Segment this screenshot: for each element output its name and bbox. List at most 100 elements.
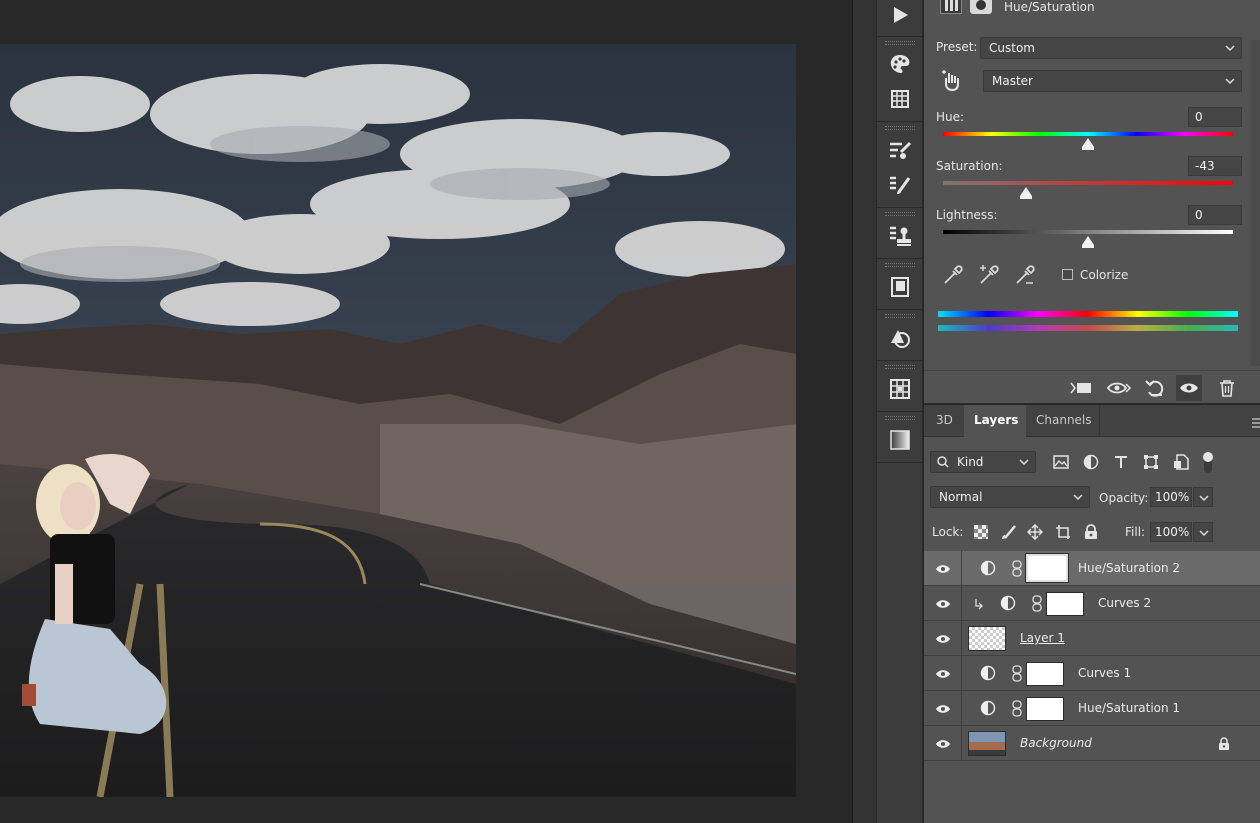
filter-type-button[interactable] (1110, 451, 1132, 473)
properties-scrollbar[interactable] (1250, 40, 1260, 366)
library-icon (891, 277, 909, 297)
chevron-down-icon (1199, 530, 1209, 537)
panel-grip[interactable] (885, 263, 915, 267)
brushes-button[interactable] (885, 170, 915, 200)
layer-thumbnail[interactable] (968, 731, 1006, 756)
tab-channels[interactable]: Channels (1026, 405, 1100, 437)
toggle-visibility-button[interactable] (1176, 375, 1202, 401)
layer-mask-icon[interactable] (970, 0, 992, 14)
layer-row-curves-1[interactable]: Curves 1 (924, 656, 1260, 691)
panel-grip[interactable] (885, 126, 915, 130)
visibility-toggle[interactable] (924, 551, 962, 586)
layer-thumbnail[interactable] (968, 626, 1006, 651)
visibility-toggle[interactable] (924, 621, 962, 656)
lock-position-button[interactable] (1024, 521, 1046, 543)
gradients-button[interactable] (885, 425, 915, 455)
opacity-input[interactable]: 100% (1150, 487, 1192, 507)
clone-source-button[interactable] (885, 221, 915, 251)
channel-dropdown[interactable]: Master (983, 70, 1242, 92)
chevron-down-icon (1073, 494, 1083, 501)
brush-settings-button[interactable] (885, 135, 915, 165)
adjustment-layer-icon (980, 665, 996, 681)
reset-button[interactable] (1142, 375, 1168, 401)
fill-label: Fill: (1125, 525, 1146, 539)
tab-layers[interactable]: Layers (964, 405, 1026, 437)
filter-smart-object-button[interactable] (1170, 451, 1192, 473)
lock-all-button[interactable] (1080, 521, 1102, 543)
patterns-button[interactable] (885, 374, 915, 404)
panel-grip[interactable] (885, 314, 915, 318)
layer-name: Layer 1 (1020, 631, 1065, 645)
eye-icon (935, 704, 950, 713)
tab-3d[interactable]: 3D (926, 405, 963, 437)
visibility-toggle[interactable] (924, 726, 962, 761)
adjustment-layer-icon[interactable] (940, 0, 962, 14)
libraries-button[interactable] (885, 272, 915, 302)
layer-name: Curves 1 (1078, 666, 1132, 680)
panel-grip[interactable] (885, 41, 915, 45)
panel-grip[interactable] (885, 365, 915, 369)
opacity-dropdown-button[interactable] (1193, 487, 1213, 507)
filter-pixel-button[interactable] (1050, 451, 1072, 473)
visibility-toggle[interactable] (924, 586, 962, 621)
eyedropper-icon[interactable] (942, 264, 964, 286)
shapes-button[interactable] (885, 323, 915, 353)
lightness-slider-thumb[interactable] (1082, 236, 1094, 248)
layer-mask-thumbnail[interactable] (1026, 662, 1064, 686)
divider (877, 360, 924, 361)
canvas-area[interactable] (0, 0, 852, 823)
lightness-input[interactable]: 0 (1188, 205, 1242, 225)
saturation-input[interactable]: -43 (1188, 156, 1242, 176)
delete-adjustment-button[interactable] (1214, 375, 1240, 401)
lock-transparent-pixels-button[interactable] (970, 521, 992, 543)
lightness-slider-track[interactable] (943, 230, 1233, 234)
filter-adjustment-button[interactable] (1080, 451, 1102, 473)
hue-label: Hue: (936, 110, 965, 124)
clip-to-layer-button[interactable] (1068, 375, 1094, 401)
hue-slider-track[interactable] (943, 132, 1233, 136)
filter-kind-value: Kind (957, 455, 984, 469)
layer-row-curves-2[interactable]: Curves 2 (924, 586, 1260, 621)
lock-image-pixels-button[interactable] (998, 521, 1020, 543)
visibility-toggle[interactable] (924, 691, 962, 726)
divider (877, 207, 924, 208)
layer-mask-thumbnail[interactable] (1025, 553, 1069, 583)
eyedropper-add-icon[interactable] (978, 264, 1000, 286)
filter-kind-dropdown[interactable]: Kind (930, 451, 1036, 473)
saturation-slider-thumb[interactable] (1019, 187, 1032, 199)
saturation-slider-track[interactable] (943, 181, 1233, 185)
play-action-button[interactable] (885, 0, 915, 30)
filter-toggle-switch[interactable] (1202, 451, 1214, 475)
filter-shape-button[interactable] (1140, 451, 1162, 473)
panel-menu-icon[interactable] (1252, 417, 1260, 428)
panel-grip[interactable] (885, 416, 915, 420)
layer-row-hue-saturation-2[interactable]: Hue/Saturation 2 (924, 551, 1260, 586)
eyedropper-subtract-icon[interactable] (1014, 264, 1036, 286)
fill-input[interactable]: 100% (1150, 522, 1192, 542)
input-color-bar (938, 311, 1238, 317)
layer-row-hue-saturation-1[interactable]: Hue/Saturation 1 (924, 691, 1260, 726)
trash-icon (1220, 380, 1234, 397)
document-canvas[interactable] (0, 44, 796, 797)
blend-mode-dropdown[interactable]: Normal (930, 486, 1090, 508)
layer-row-background[interactable]: Background (924, 726, 1260, 761)
fill-dropdown-button[interactable] (1193, 522, 1213, 542)
colorize-checkbox[interactable] (1062, 269, 1073, 280)
color-palette-button[interactable] (885, 49, 915, 79)
preset-dropdown[interactable]: Custom (980, 37, 1242, 59)
swatches-button[interactable] (885, 84, 915, 114)
panel-grip[interactable] (885, 212, 915, 216)
lock-artboard-button[interactable] (1052, 521, 1074, 543)
chevron-down-icon (1019, 459, 1029, 466)
visibility-toggle[interactable] (924, 656, 962, 691)
layer-mask-thumbnail[interactable] (1046, 592, 1084, 616)
layer-mask-thumbnail[interactable] (1026, 697, 1064, 721)
targeted-adjustment-tool-icon[interactable] (940, 68, 962, 92)
view-previous-icon (1106, 382, 1132, 394)
hue-slider-thumb[interactable] (1082, 138, 1094, 150)
play-icon (894, 7, 908, 23)
hue-input[interactable]: 0 (1188, 107, 1242, 127)
view-previous-state-button[interactable] (1106, 375, 1132, 401)
clip-to-layer-icon (1070, 382, 1091, 394)
layer-row-layer-1[interactable]: Layer 1 (924, 621, 1260, 656)
